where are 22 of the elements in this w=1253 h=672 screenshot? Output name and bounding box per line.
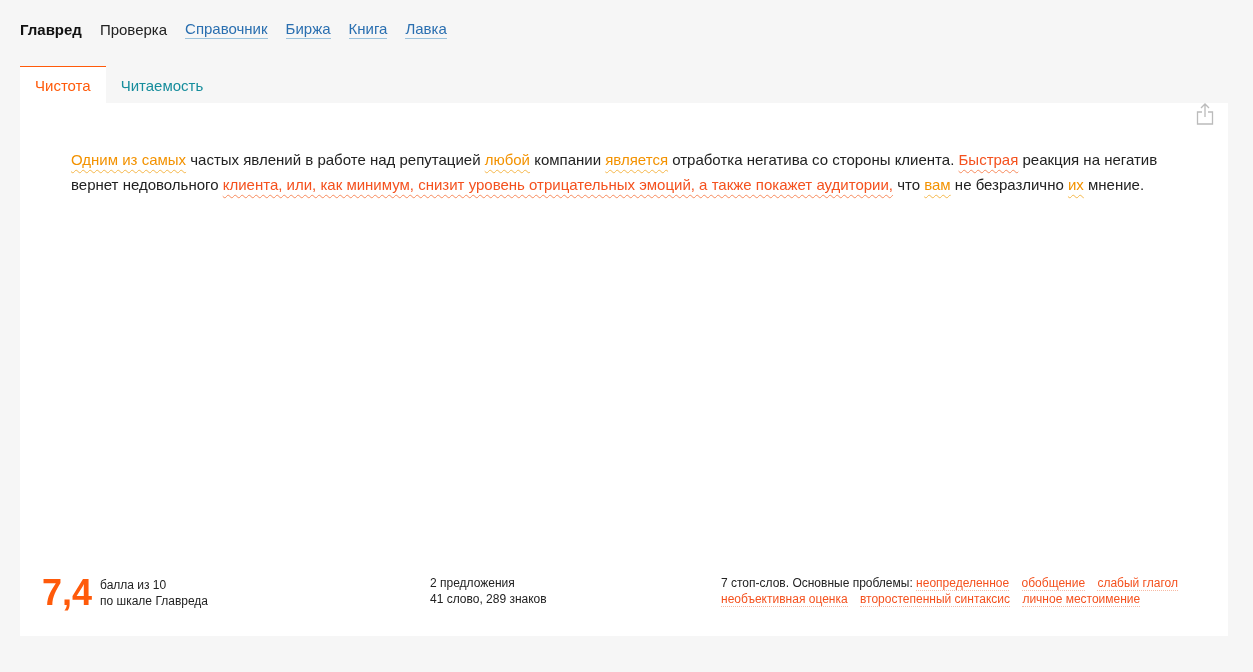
problem-link[interactable]: слабый глагол — [1097, 576, 1178, 591]
tab[interactable]: Читаемость — [105, 66, 219, 103]
stats-text: 41 слово, 289 знаков — [430, 591, 548, 607]
nav-link[interactable]: Проверка — [99, 20, 168, 38]
score-caption: по шкале Главреда — [100, 593, 208, 609]
problem-link[interactable]: неопределенное — [916, 576, 1010, 591]
problem-link[interactable]: обобщение — [1021, 576, 1086, 591]
nav-link[interactable]: Биржа — [285, 19, 331, 39]
nav-link[interactable]: Главред — [20, 20, 82, 38]
nav-link[interactable]: Книга — [348, 19, 388, 39]
text-paragraph[interactable]: Одним из самых частых явлений в работе над репутацией любой компании является отработка негатива со стороны клиента. Быстрая реакция на негатив вернет недовольного клиента, или, как минимум, снизит уровень отрицательных эмоций, а также покажет аудитории, что вам не безразлично их мнение. — [71, 147, 1177, 575]
problem-link[interactable]: личное местоимение — [1022, 592, 1141, 607]
problems-intro: 7 стоп-слов. Основные проблемы: — [721, 576, 914, 590]
problem-link[interactable]: второстепенный синтаксис — [859, 592, 1011, 607]
nav-link[interactable]: Справочник — [185, 19, 268, 39]
tab[interactable]: Чистота — [20, 66, 106, 103]
score-value: 7,4 — [42, 575, 93, 611]
share-icon[interactable] — [1196, 103, 1214, 125]
stats-text: 2 предложения — [430, 575, 516, 591]
score-caption: балла из 10 — [100, 577, 168, 593]
problem-link[interactable]: необъективная оценка — [721, 592, 848, 607]
nav-link[interactable]: Лавка — [405, 19, 447, 39]
